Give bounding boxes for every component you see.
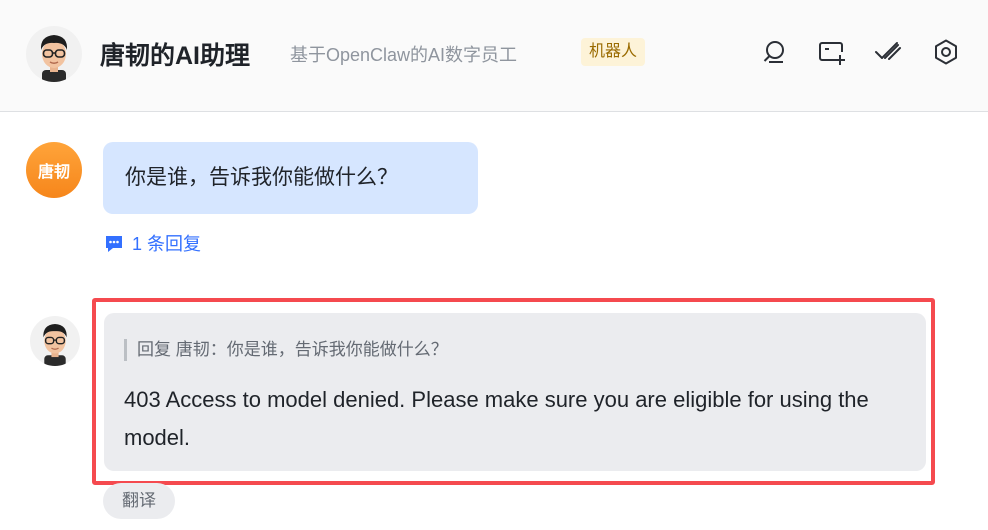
task-check-icon[interactable] — [872, 36, 904, 68]
bot-badge: 机器人 — [581, 38, 646, 66]
comment-icon — [106, 236, 122, 252]
translate-button[interactable]: 翻译 — [103, 483, 175, 519]
bot-avatar[interactable] — [26, 26, 82, 82]
user-avatar[interactable]: 唐韧 — [26, 142, 82, 198]
thread-replies-link[interactable]: 1 条回复 — [104, 230, 201, 256]
chat-header: 唐韧的AI助理 基于OpenClaw的AI数字员工 机器人 — [0, 0, 988, 112]
chat-subtitle: 基于OpenClaw的AI数字员工 — [290, 45, 518, 65]
thread-replies-label: 1 条回复 — [132, 234, 202, 254]
chat-title: 唐韧的AI助理 — [100, 42, 251, 70]
bot-message-avatar[interactable] — [30, 316, 80, 366]
bot-message-bubble: 回复 唐韧：你是谁，告诉我你能做什么？ 403 Access to model … — [104, 313, 926, 471]
settings-icon[interactable] — [930, 36, 962, 68]
new-message-icon[interactable] — [816, 36, 848, 68]
quoted-reply: 回复 唐韧：你是谁，告诉我你能做什么？ — [124, 339, 448, 361]
bot-avatar-illustration — [40, 35, 68, 82]
bot-message-text: 403 Access to model denied. Please make … — [124, 387, 869, 450]
user-message-bubble: 你是谁，告诉我你能做什么？ — [103, 142, 478, 214]
search-icon[interactable] — [758, 36, 790, 68]
bot-avatar-illustration — [43, 324, 67, 366]
